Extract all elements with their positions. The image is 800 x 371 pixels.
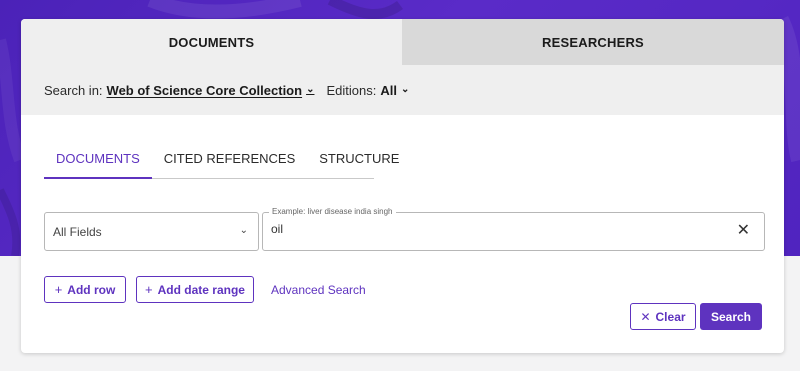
search-input[interactable]: [271, 222, 721, 236]
inner-tabs: DOCUMENTS CITED REFERENCES STRUCTURE: [44, 147, 399, 179]
add-date-range-button[interactable]: + Add date range: [136, 276, 254, 303]
field-select[interactable]: All Fields ⌄: [44, 212, 259, 251]
chevron-down-icon: ⌄: [400, 83, 410, 95]
search-in-bar: Search in: Web of Science Core Collectio…: [21, 65, 784, 115]
add-date-range-label: Add date range: [157, 282, 245, 297]
plus-icon: +: [54, 282, 63, 297]
add-row-label: Add row: [67, 282, 116, 297]
query-box: Example: liver disease india singh ✕: [262, 207, 765, 251]
plus-icon: +: [145, 282, 153, 297]
clear-label: Clear: [655, 309, 686, 324]
close-icon: ✕: [640, 309, 651, 324]
advanced-search-link[interactable]: Advanced Search: [271, 283, 366, 297]
tab-structure[interactable]: STRUCTURE: [307, 147, 411, 178]
query-placeholder: Example: liver disease india singh: [269, 207, 396, 216]
search-button[interactable]: Search: [700, 303, 762, 330]
chevron-down-icon: ⌄: [239, 225, 248, 236]
add-row-button[interactable]: + Add row: [44, 276, 126, 303]
tab-cited-references[interactable]: CITED REFERENCES: [152, 147, 307, 178]
tab-documents[interactable]: DOCUMENTS: [21, 19, 402, 65]
search-in-label: Search in:: [44, 82, 103, 98]
field-select-value: All Fields: [53, 224, 102, 239]
collection-dropdown-label: Web of Science Core Collection: [106, 82, 303, 98]
editions-dropdown-label: All: [380, 82, 397, 98]
search-card: DOCUMENTS RESEARCHERS Search in: Web of …: [21, 19, 784, 353]
clear-button[interactable]: ✕ Clear: [630, 303, 696, 330]
tab-inner-documents[interactable]: DOCUMENTS: [44, 147, 152, 179]
chevron-down-icon: ⌄: [306, 83, 315, 95]
collection-dropdown[interactable]: Web of Science Core Collection ⌄: [107, 83, 315, 98]
close-icon[interactable]: ✕: [737, 222, 750, 240]
editions-dropdown[interactable]: All ⌄: [380, 83, 409, 98]
editions-label: Editions:: [326, 82, 377, 98]
top-tabs: DOCUMENTS RESEARCHERS: [21, 19, 784, 65]
tab-researchers[interactable]: RESEARCHERS: [402, 19, 784, 65]
